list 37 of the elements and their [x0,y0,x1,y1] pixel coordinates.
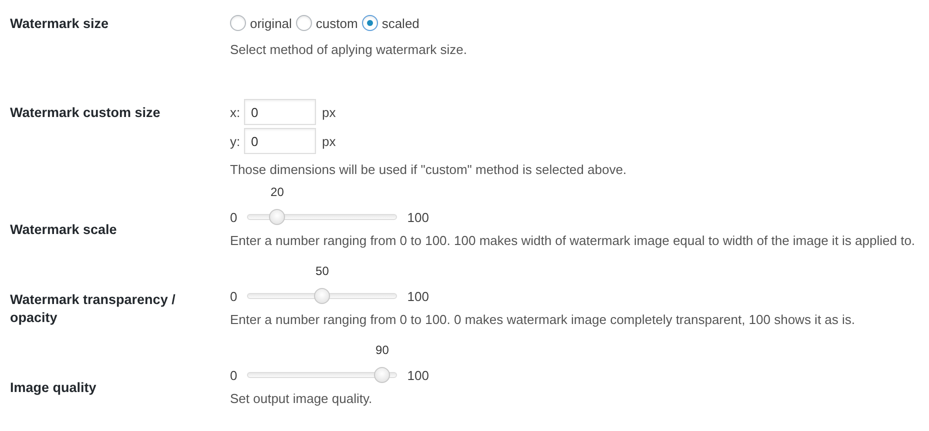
input-field[interactable]: 0 [244,99,316,125]
setting-label: Watermark scale [10,220,118,238]
slider-value: 90 [376,343,389,357]
description-text: Select method of aplying watermark size. [230,42,468,57]
slider-track[interactable] [247,372,398,378]
max-label: 100 [407,288,429,304]
axis-label: y: [230,134,240,148]
setting-label: Watermark transparency / opacity [10,290,176,326]
radio-label[interactable]: original [250,16,292,30]
radio-button[interactable] [362,15,378,31]
max-label: 100 [407,368,429,382]
slider-value: 20 [270,185,284,199]
description-text: Enter a number ranging from 0 to 100. 0 makes watermark image completely transparent, 100 shows it as is. [230,312,856,327]
radio-button[interactable] [296,15,312,31]
min-label: 0 [230,288,238,304]
axis-label: x: [230,104,240,120]
description-text: Set output image quality. [230,391,374,406]
slider-handle[interactable] [314,288,330,304]
slider-handle[interactable] [374,367,390,383]
radio-button[interactable] [230,15,246,31]
description-text: Enter a number ranging from 0 to 100. 100 makes width of watermark image equal to width of the image it is applied to. [230,233,916,248]
input-field[interactable]: 0 [244,128,316,154]
min-label: 0 [230,210,238,224]
slider-handle[interactable] [269,209,286,225]
setting-label: Watermark size [10,15,110,33]
slider-track[interactable] [247,214,398,220]
slider-value: 50 [316,264,329,278]
description-text: Those dimensions will be used if "custom" method is selected above. [230,162,628,177]
unit-label: px [322,104,336,120]
setting-label: Watermark custom size [10,104,162,122]
min-label: 0 [230,368,238,382]
max-label: 100 [407,210,429,224]
setting-label: Image quality [10,378,98,396]
radio-label[interactable]: custom [316,16,358,30]
slider-track[interactable] [247,293,398,299]
unit-label: px [322,134,336,148]
radio-label[interactable]: scaled [382,16,420,30]
